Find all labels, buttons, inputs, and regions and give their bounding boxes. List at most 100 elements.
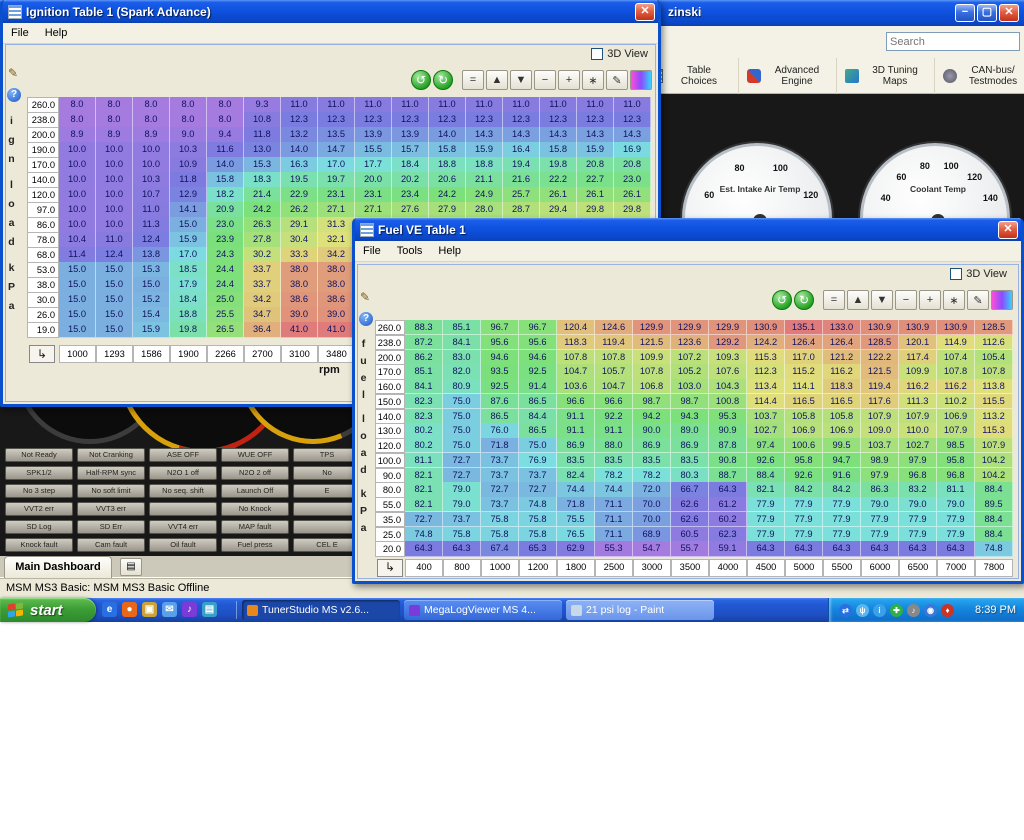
- table-cell[interactable]: 20.9: [207, 202, 244, 218]
- table-cell[interactable]: 15.0: [96, 292, 133, 308]
- minimize-button[interactable]: −: [955, 4, 975, 22]
- task-button[interactable]: TunerStudio MS v2.6...: [242, 600, 400, 620]
- table-cell[interactable]: 93.5: [481, 364, 519, 379]
- table-cell[interactable]: 118.3: [557, 335, 595, 350]
- table-cell[interactable]: 16.9: [614, 142, 651, 158]
- table-cell[interactable]: 80.9: [443, 379, 481, 394]
- menu-help[interactable]: Help: [430, 242, 469, 260]
- table-cell[interactable]: 77.9: [785, 497, 823, 512]
- table-cell[interactable]: 8.0: [133, 97, 170, 113]
- table-cell[interactable]: 103.6: [557, 379, 595, 394]
- table-cell[interactable]: 80.2: [405, 423, 443, 438]
- table-cell[interactable]: 29.1: [281, 217, 318, 233]
- table-cell[interactable]: 55.3: [595, 541, 633, 556]
- table-cell[interactable]: 60.5: [671, 527, 709, 542]
- table-cell[interactable]: 8.0: [170, 112, 207, 128]
- table-cell[interactable]: 115.3: [975, 423, 1013, 438]
- table-cell[interactable]: 107.8: [633, 364, 671, 379]
- table-cell[interactable]: 39.0: [318, 307, 355, 323]
- close-button[interactable]: ✕: [999, 4, 1019, 22]
- table-cell[interactable]: 20.2: [392, 172, 429, 188]
- table-cell[interactable]: 95.8: [785, 453, 823, 468]
- table-cell[interactable]: 113.4: [747, 379, 785, 394]
- table-cell[interactable]: 81.1: [405, 453, 443, 468]
- table-cell[interactable]: 15.0: [96, 262, 133, 278]
- table-cell[interactable]: 26.1: [577, 187, 614, 203]
- table-cell[interactable]: 83.5: [595, 453, 633, 468]
- table-cell[interactable]: 95.8: [937, 453, 975, 468]
- table-cell[interactable]: 105.8: [823, 409, 861, 424]
- table-cell[interactable]: 10.3: [170, 142, 207, 158]
- table-cell[interactable]: 65.3: [519, 541, 557, 556]
- table-cell[interactable]: 74.8: [975, 541, 1013, 556]
- revert-button[interactable]: ↺: [772, 290, 792, 310]
- table-cell[interactable]: 23.4: [392, 187, 429, 203]
- tab-main-dashboard[interactable]: Main Dashboard: [4, 556, 112, 578]
- table-cell[interactable]: 82.1: [405, 482, 443, 497]
- table-cell[interactable]: 64.3: [709, 482, 747, 497]
- table-cell[interactable]: 96.8: [937, 468, 975, 483]
- table-cell[interactable]: 102.7: [747, 423, 785, 438]
- table-cell[interactable]: 91.1: [557, 423, 595, 438]
- minus-button[interactable]: −: [895, 290, 917, 310]
- table-cell[interactable]: 106.9: [937, 409, 975, 424]
- table-cell[interactable]: 113.2: [975, 409, 1013, 424]
- table-cell[interactable]: 10.0: [96, 217, 133, 233]
- table-cell[interactable]: 15.0: [59, 292, 96, 308]
- table-cell[interactable]: 123.6: [671, 335, 709, 350]
- table-cell[interactable]: 36.4: [244, 322, 281, 338]
- table-cell[interactable]: 8.9: [96, 127, 133, 143]
- table-cell[interactable]: 33.3: [281, 247, 318, 263]
- table-cell[interactable]: 24.4: [207, 277, 244, 293]
- edit-button[interactable]: ✎: [606, 70, 628, 90]
- table-cell[interactable]: 77.9: [785, 512, 823, 527]
- info-icon[interactable]: i: [873, 604, 886, 617]
- table-cell[interactable]: 26.3: [244, 217, 281, 233]
- task-button[interactable]: 21 psi log - Paint: [566, 600, 714, 620]
- table-cell[interactable]: 31.3: [318, 217, 355, 233]
- table-cell[interactable]: 86.9: [557, 438, 595, 453]
- table-cell[interactable]: 107.4: [937, 350, 975, 365]
- scale-button[interactable]: ∗: [582, 70, 604, 90]
- table-cell[interactable]: 8.0: [207, 112, 244, 128]
- table-cell[interactable]: 8.0: [96, 112, 133, 128]
- table-cell[interactable]: 64.3: [785, 541, 823, 556]
- table-cell[interactable]: 74.4: [595, 482, 633, 497]
- table-cell[interactable]: 80.2: [405, 438, 443, 453]
- table-cell[interactable]: 15.5: [355, 142, 392, 158]
- table-cell[interactable]: 71.1: [595, 527, 633, 542]
- table-cell[interactable]: 34.2: [244, 292, 281, 308]
- table-cell[interactable]: 105.8: [785, 409, 823, 424]
- set-value-button[interactable]: ▲: [486, 70, 508, 90]
- table-cell[interactable]: 70.0: [633, 512, 671, 527]
- table-cell[interactable]: 55.7: [671, 541, 709, 556]
- table-cell[interactable]: 62.6: [671, 497, 709, 512]
- equals-button[interactable]: =: [462, 70, 484, 90]
- table-cell[interactable]: 10.0: [96, 142, 133, 158]
- table-cell[interactable]: 74.8: [405, 527, 443, 542]
- device-icon[interactable]: ◉: [924, 604, 937, 617]
- table-cell[interactable]: 11.0: [318, 97, 355, 113]
- table-cell[interactable]: 25.0: [207, 292, 244, 308]
- table-cell[interactable]: 77.9: [747, 497, 785, 512]
- table-cell[interactable]: 133.0: [823, 320, 861, 335]
- table-cell[interactable]: 95.6: [519, 335, 557, 350]
- table-cell[interactable]: 15.9: [133, 322, 170, 338]
- table-cell[interactable]: 72.7: [519, 482, 557, 497]
- table-cell[interactable]: 15.0: [96, 322, 133, 338]
- interpolate-button[interactable]: ▼: [871, 290, 893, 310]
- table-cell[interactable]: 116.5: [785, 394, 823, 409]
- table-cell[interactable]: 64.3: [861, 541, 899, 556]
- gradient-button[interactable]: [991, 290, 1013, 310]
- table-cell[interactable]: 96.8: [899, 468, 937, 483]
- table-cell[interactable]: 96.6: [595, 394, 633, 409]
- table-cell[interactable]: 18.4: [392, 157, 429, 173]
- table-cell[interactable]: 19.5: [281, 172, 318, 188]
- table-cell[interactable]: 15.2: [133, 292, 170, 308]
- table-cell[interactable]: 92.6: [785, 468, 823, 483]
- table-cell[interactable]: 13.0: [244, 142, 281, 158]
- table-cell[interactable]: 109.9: [899, 364, 937, 379]
- table-cell[interactable]: 82.0: [443, 364, 481, 379]
- table-cell[interactable]: 75.8: [443, 527, 481, 542]
- table-cell[interactable]: 129.9: [633, 320, 671, 335]
